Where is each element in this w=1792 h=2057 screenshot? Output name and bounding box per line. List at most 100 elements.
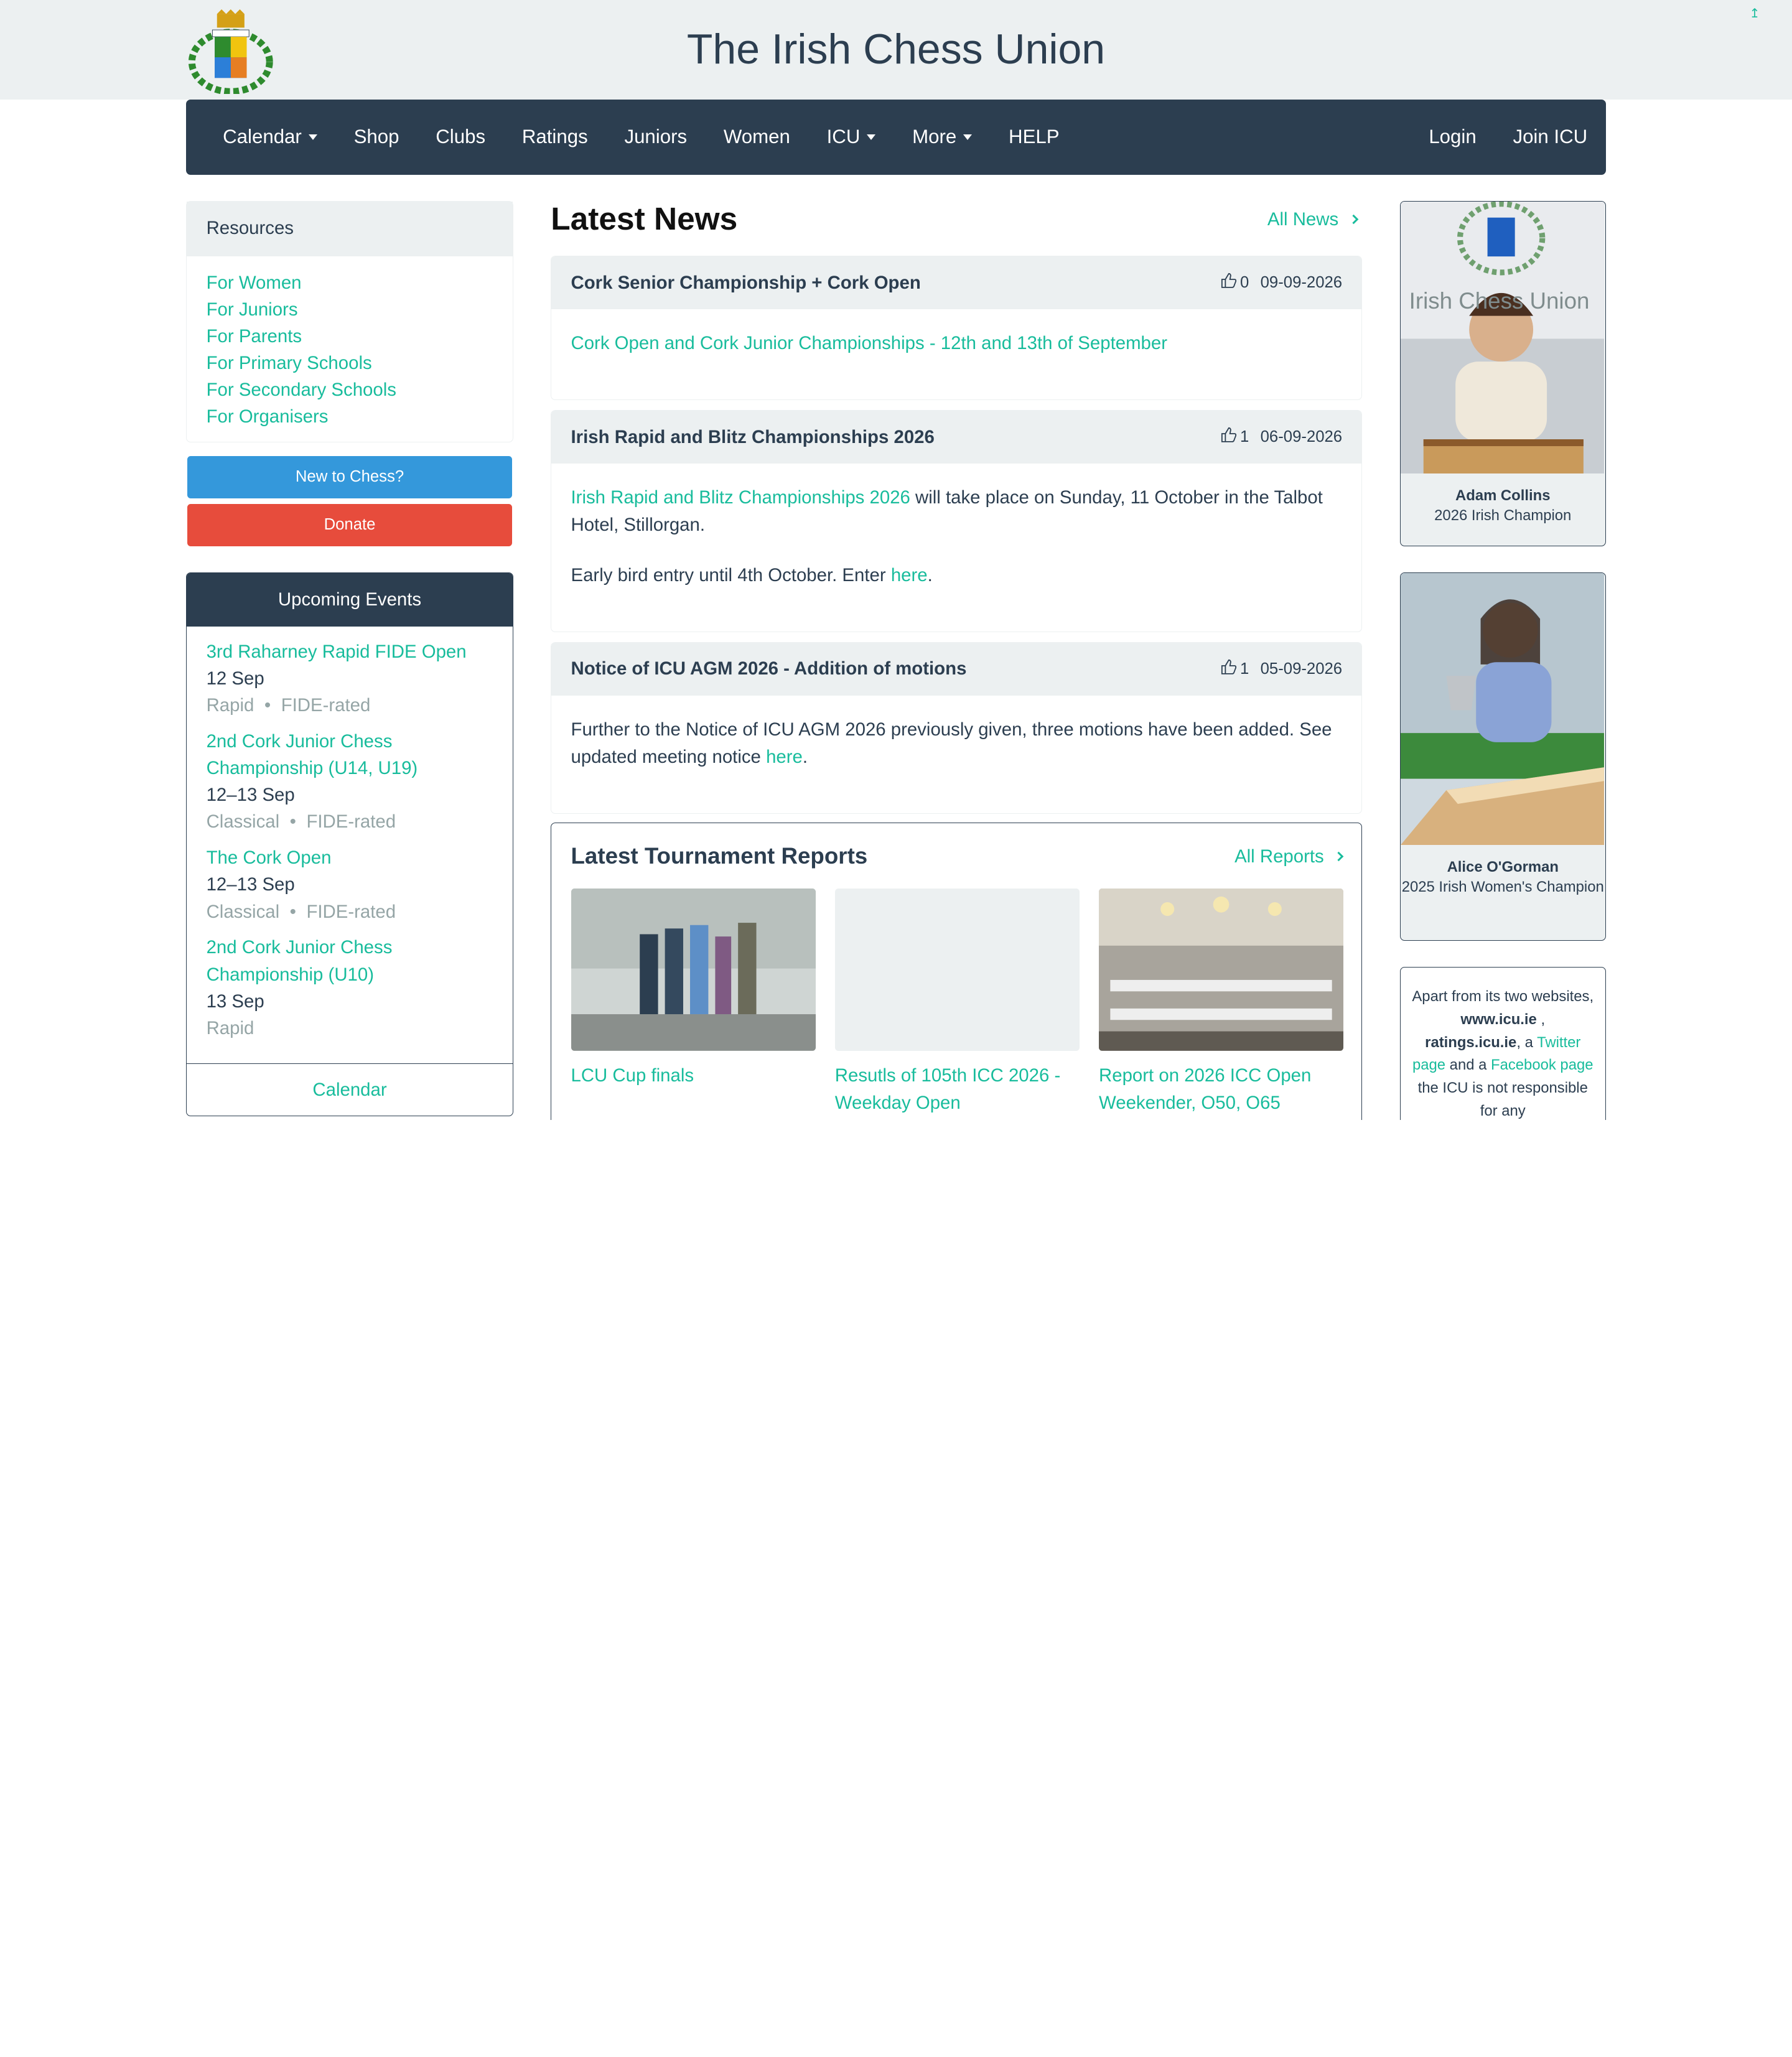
event-meta: Classical • FIDE-rated [206,901,396,922]
new-to-chess-button[interactable]: New to Chess? [187,455,512,498]
report-caption[interactable]: Report on 2026 ICC Open Weekender, O50, … [1099,1062,1343,1117]
news-date: 05-09-2026 [1260,660,1343,678]
caret-down-icon [867,134,876,140]
event-title[interactable]: 2nd Cork Junior Chess Championship (U10) [207,934,493,987]
report-item[interactable]: Resutls of 105th ICC 2026 - Weekday Open [834,889,1080,1117]
news-paragraph: Early bird entry until 4th October. Ente… [571,564,933,585]
scroll-top-icon[interactable]: ↥ [1750,6,1760,21]
nav-clubs[interactable]: Clubs [418,126,504,148]
resource-link-organisers[interactable]: For Organisers [207,404,493,431]
resources-list: For Women For Juniors For Parents For Pr… [187,256,512,444]
upcoming-events-card: Upcoming Events 3rd Raharney Rapid FIDE … [186,572,513,1117]
event-date: 12 Sep [206,668,264,689]
upcoming-events-heading: Upcoming Events [187,573,513,627]
events-list: 3rd Raharney Rapid FIDE Open 12 Sep Rapi… [187,627,512,1063]
calendar-link[interactable]: Calendar [187,1063,513,1116]
champion-name: Adam Collins [1455,487,1551,505]
report-item[interactable]: Report on 2026 ICC Open Weekender, O50, … [1099,889,1344,1117]
champion-banner-text: Irish Chess Union [1409,287,1590,314]
champion-text: Adam Collins 2026 Irish Champion [1401,473,1605,544]
like-count: 1 [1239,660,1249,678]
news-item-body: Further to the Notice of ICU AGM 2026 pr… [571,719,1332,767]
thumbs-up-icon[interactable] [1221,659,1237,679]
resource-link-juniors[interactable]: For Juniors [207,297,493,324]
navbar: Calendar Shop Clubs Ratings Juniors Wome… [186,99,1606,175]
champion-title: 2026 Irish Champion [1434,507,1572,525]
news-link[interactable]: Irish Rapid and Blitz Championships 2026 [571,487,910,508]
icu-website: www.icu.ie [1460,1010,1537,1028]
report-photo[interactable] [571,889,816,1051]
event-item: 2nd Cork Junior Chess Championship (U14,… [207,728,493,836]
champion-photo[interactable] [1400,202,1604,474]
report-item[interactable]: LCU Cup finals [571,889,816,1089]
champion-card[interactable]: Alice O'Gorman 2025 Irish Women's Champi… [1399,572,1606,941]
news-item: Cork Senior Championship + Cork Open 0 0… [551,256,1363,400]
nav-juniors[interactable]: Juniors [606,126,705,148]
event-title[interactable]: The Cork Open [207,844,493,871]
resource-link-women[interactable]: For Women [207,270,493,297]
nav-right: Login Join ICU [1411,100,1606,175]
page: The Irish Chess Union ↥ Calendar Shop Cl… [0,0,1792,1120]
event-date: 12–13 Sep [206,874,295,895]
nav-join-icu[interactable]: Join ICU [1495,126,1605,148]
event-meta: Classical • FIDE-rated [206,811,396,833]
report-caption[interactable]: LCU Cup finals [571,1062,816,1089]
nav-left: Calendar Shop Clubs Ratings Juniors Wome… [205,100,1078,175]
news-item-body: Irish Rapid and Blitz Championships 2026… [551,464,1361,610]
disclaimer-card: Apart from its two websites, www.icu.ie … [1399,966,1606,1120]
news-item-title[interactable]: Notice of ICU AGM 2026 - Addition of mot… [571,658,967,679]
thumbs-up-icon[interactable] [1221,273,1237,293]
news-item-body: Cork Open and Cork Junior Championships … [551,309,1361,378]
news-item-header: Cork Senior Championship + Cork Open 0 0… [551,256,1362,309]
chevron-right-icon [1333,852,1344,862]
reports-heading: Latest Tournament Reports [571,842,868,869]
champion-card[interactable]: Adam Collins 2026 Irish Champion [1399,201,1606,546]
news-item-header: Notice of ICU AGM 2026 - Addition of mot… [551,643,1362,696]
nav-more[interactable]: More [894,126,991,148]
nav-icu[interactable]: ICU [808,126,894,148]
news-item: Irish Rapid and Blitz Championships 2026… [551,410,1363,632]
champion-photo[interactable] [1400,573,1604,846]
resource-link-primary-schools[interactable]: For Primary Schools [207,350,493,377]
here-link[interactable]: here [891,565,928,585]
news-link[interactable]: Cork Open and Cork Junior Championships … [571,333,1168,353]
nav-ratings[interactable]: Ratings [503,126,606,148]
nav-login[interactable]: Login [1411,126,1495,148]
news-date: 06-09-2026 [1260,428,1343,446]
facebook-link[interactable]: Facebook page [1491,1056,1594,1073]
report-caption[interactable]: Resutls of 105th ICC 2026 - Weekday Open [835,1062,1080,1117]
report-photo[interactable] [1099,889,1344,1051]
news-item: Notice of ICU AGM 2026 - Addition of mot… [551,642,1363,814]
news-item-title[interactable]: Irish Rapid and Blitz Championships 2026 [571,427,935,448]
ratings-website: ratings.icu.ie [1425,1033,1517,1051]
bullet-icon: • [289,901,296,922]
report-photo-placeholder[interactable] [834,889,1080,1051]
resource-link-parents[interactable]: For Parents [207,324,493,350]
news-item-title[interactable]: Cork Senior Championship + Cork Open [571,273,921,294]
nav-women[interactable]: Women [705,126,808,148]
nav-shop[interactable]: Shop [335,126,418,148]
caret-down-icon [308,134,317,140]
nav-help[interactable]: HELP [991,126,1078,148]
event-item: 2nd Cork Junior Chess Championship (U10)… [207,934,493,1042]
news-item-meta: 1 06-09-2026 [1221,427,1342,447]
nav-calendar[interactable]: Calendar [205,126,335,148]
latest-news-heading: Latest News [551,200,738,237]
thumbs-up-icon[interactable] [1221,427,1237,447]
champion-title: 2025 Irish Women's Champion [1401,879,1604,896]
chevron-right-icon [1348,215,1358,225]
all-reports-link[interactable]: All Reports [1234,846,1344,867]
like-count: 1 [1239,428,1249,446]
resource-link-secondary-schools[interactable]: For Secondary Schools [207,377,493,404]
news-item-meta: 0 09-09-2026 [1221,273,1342,293]
all-news-link[interactable]: All News [1267,209,1358,230]
here-link[interactable]: here [766,747,803,767]
donate-button[interactable]: Donate [187,503,512,546]
news-date: 09-09-2026 [1260,274,1343,292]
event-item: 3rd Raharney Rapid FIDE Open 12 Sep Rapi… [207,638,493,719]
resources-heading: Resources [187,202,513,257]
event-date: 13 Sep [206,991,264,1012]
event-title[interactable]: 3rd Raharney Rapid FIDE Open [207,638,493,665]
event-title[interactable]: 2nd Cork Junior Chess Championship (U14,… [207,728,493,781]
champion-name: Alice O'Gorman [1447,859,1559,876]
